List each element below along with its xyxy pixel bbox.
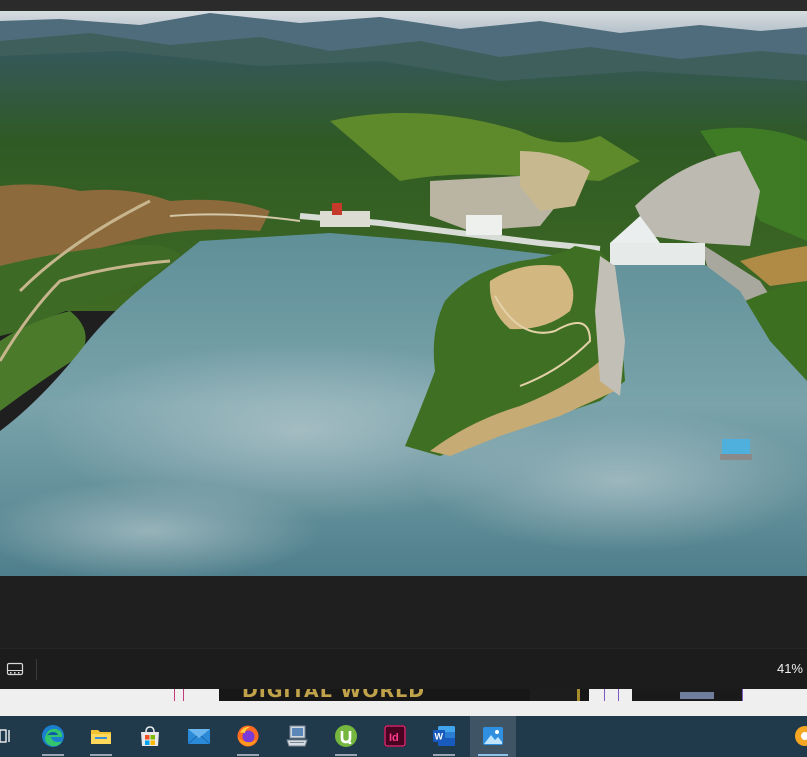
store-icon — [138, 724, 162, 748]
firefox-icon — [236, 724, 260, 748]
running-indicator — [433, 754, 455, 756]
taskbar-word[interactable]: W — [421, 716, 467, 757]
utorrent-icon — [334, 724, 358, 748]
filmstrip-icon[interactable] — [6, 661, 24, 677]
taskbar-edge[interactable] — [30, 716, 76, 757]
taskbar-indesign[interactable]: Id — [372, 716, 418, 757]
task-view-icon — [0, 724, 22, 748]
zoom-level[interactable]: 41% — [777, 661, 803, 676]
running-indicator — [42, 754, 64, 756]
viewer-canvas-margin — [0, 576, 807, 648]
status-divider — [36, 659, 37, 680]
title-bar-edge — [0, 0, 807, 11]
thumbnail-image — [680, 692, 714, 699]
photo-viewer-window — [0, 0, 807, 689]
folder-icon — [89, 724, 113, 748]
guide-line — [183, 689, 184, 701]
mail-icon — [187, 724, 211, 748]
running-indicator — [90, 754, 112, 756]
guide-line — [604, 689, 605, 701]
running-indicator — [335, 754, 357, 756]
taskbar-network-app[interactable] — [274, 716, 320, 757]
banner-text: DIGITAL WORLD — [242, 689, 426, 702]
taskbar-mail[interactable] — [176, 716, 222, 757]
tray-app-icon — [793, 724, 807, 748]
background-window: DIGITAL WORLD — [0, 689, 807, 716]
photo-canvas — [0, 11, 807, 576]
taskbar-store[interactable] — [127, 716, 173, 757]
taskbar-tray-app[interactable] — [787, 716, 807, 757]
taskbar-utorrent[interactable] — [323, 716, 369, 757]
running-indicator — [237, 754, 259, 756]
word-icon: W — [432, 724, 456, 748]
taskbar-file-explorer[interactable] — [78, 716, 124, 757]
active-indicator — [478, 754, 508, 756]
computer-icon — [285, 724, 309, 748]
banner-accent — [530, 689, 580, 701]
taskbar: Id W — [0, 716, 807, 757]
guide-line — [742, 689, 743, 701]
indesign-label: Id — [389, 732, 399, 744]
status-bar: 41% — [0, 648, 807, 689]
taskbar-firefox[interactable] — [225, 716, 271, 757]
task-view-button[interactable] — [0, 716, 16, 757]
taskbar-photos[interactable] — [470, 716, 516, 757]
edge-icon — [41, 724, 65, 748]
word-label: W — [435, 732, 444, 742]
photos-icon — [481, 724, 505, 748]
guide-line — [618, 689, 619, 701]
guide-line — [174, 689, 175, 701]
aerial-photo[interactable] — [0, 11, 807, 576]
indesign-icon: Id — [383, 724, 407, 748]
